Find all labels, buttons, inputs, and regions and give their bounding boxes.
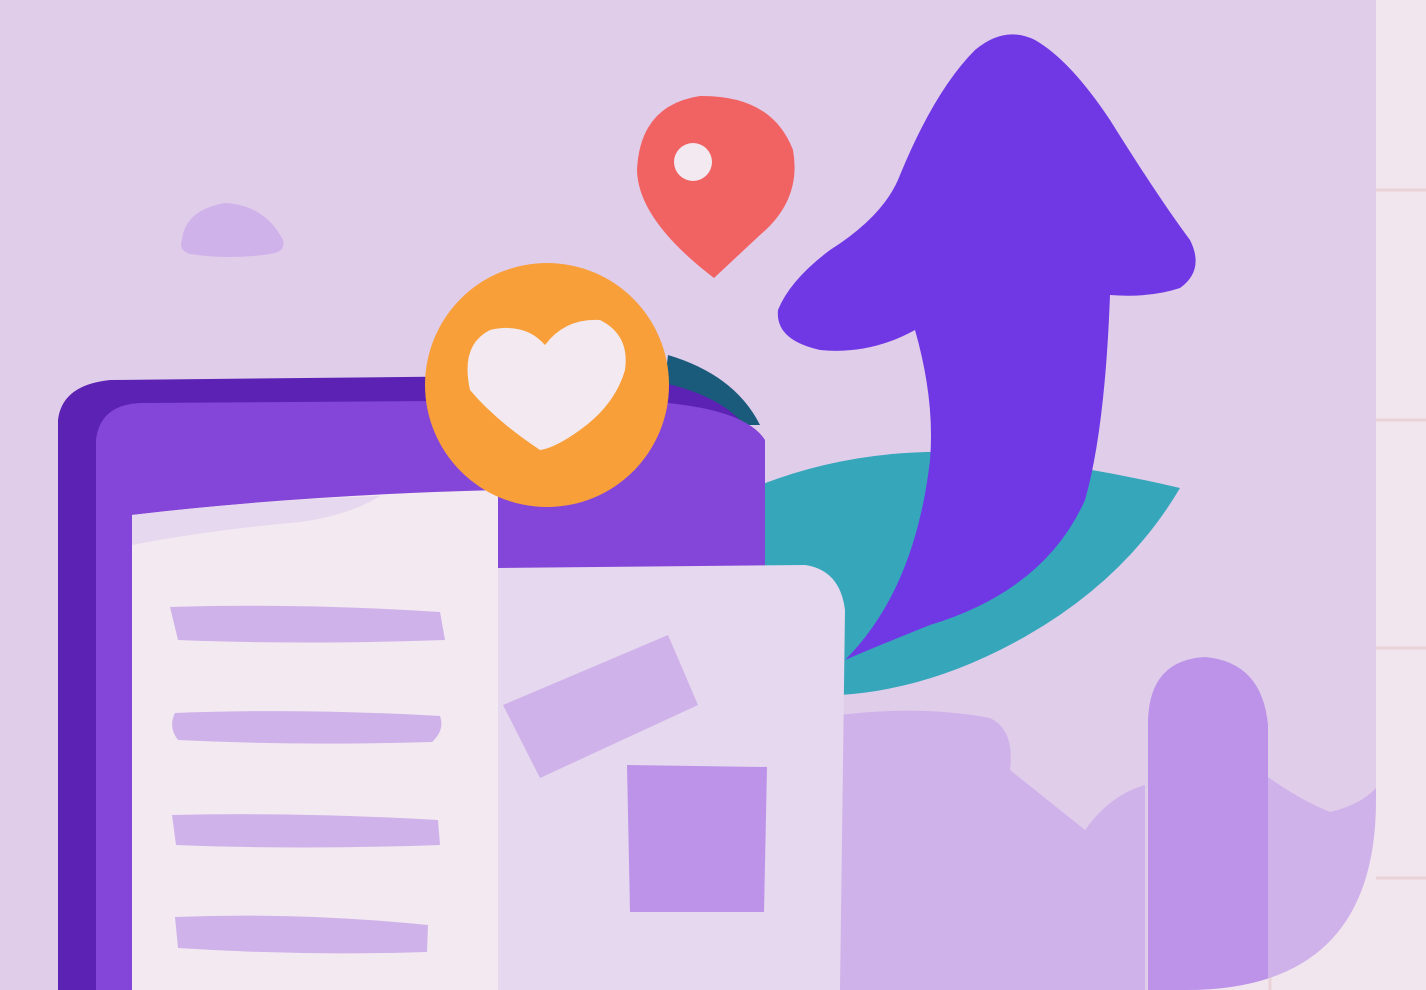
heart-badge [425,263,669,507]
document-line [172,711,442,744]
illustration [0,0,1426,990]
document-line [170,605,445,643]
illustration-stage [0,0,1426,990]
tall-rounded-block [1148,657,1268,990]
document-line [172,814,440,848]
square-block [627,765,767,912]
